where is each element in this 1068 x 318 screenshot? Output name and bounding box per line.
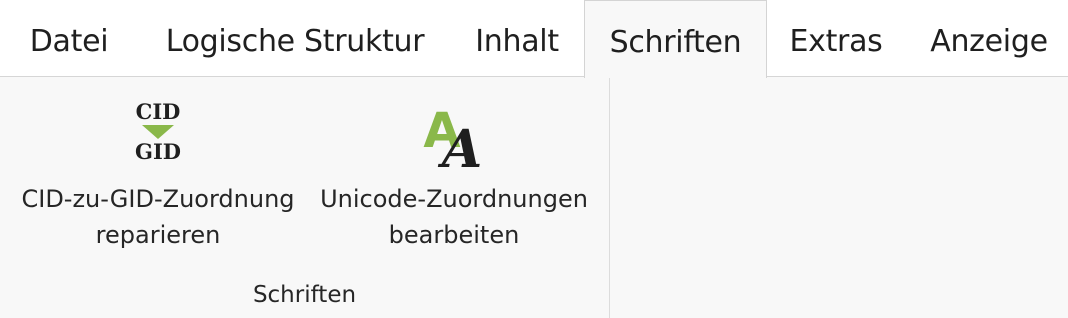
- unicode-mappings-label-line1: Unicode-Zuordnungen: [320, 185, 588, 213]
- cid-to-gid-label-line2: reparieren: [95, 221, 221, 249]
- unicode-font-icon: A A: [423, 103, 482, 175]
- svg-text:A: A: [437, 119, 482, 175]
- cid-to-gid-label-line1: CID-zu-GID-Zuordnung: [21, 185, 295, 213]
- tab-schriften[interactable]: Schriften: [584, 0, 767, 78]
- ribbon-tab-bar: Datei Logische Struktur Inhalt Schriften…: [0, 0, 1068, 78]
- tab-datei[interactable]: Datei: [10, 0, 128, 77]
- cid-to-gid-mapping-button[interactable]: CID GID CID-zu-GID-Zuordnung reparieren: [10, 95, 306, 253]
- svg-text:GID: GID: [135, 139, 181, 164]
- ribbon-panel: CID GID CID-zu-GID-Zuordnung reparieren …: [0, 77, 1068, 318]
- tab-inhalt[interactable]: Inhalt: [458, 0, 576, 77]
- svg-text:CID: CID: [136, 99, 181, 124]
- edit-unicode-mappings-button[interactable]: A A Unicode-Zuordnungen bearbeiten: [312, 95, 596, 253]
- unicode-mappings-label-line2: bearbeiten: [388, 221, 520, 249]
- ribbon-group-label: Schriften: [252, 282, 357, 308]
- ribbon-group-separator: [609, 77, 610, 318]
- cid-to-gid-icon: CID GID: [135, 99, 181, 164]
- tab-logische-struktur[interactable]: Logische Struktur: [146, 0, 444, 77]
- tab-anzeige[interactable]: Anzeige: [914, 0, 1064, 77]
- tab-extras[interactable]: Extras: [777, 0, 895, 77]
